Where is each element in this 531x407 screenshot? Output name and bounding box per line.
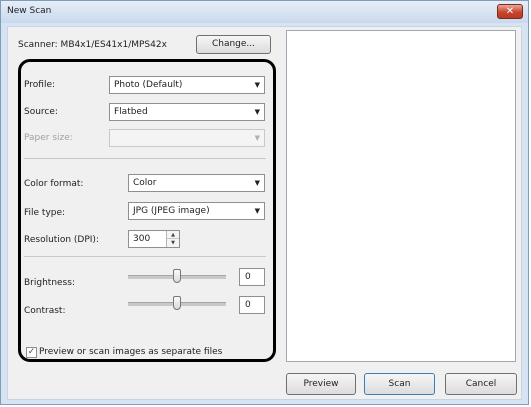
profile-dropdown[interactable]: Photo (Default) ▼	[109, 76, 265, 94]
resolution-stepper[interactable]: 300 ▲ ▼	[128, 230, 180, 248]
contrast-value: 0	[245, 300, 251, 310]
dialog-body: Scanner: MB4x1/ES41x1/MPS42x Change... P…	[7, 26, 522, 400]
close-icon: ✕	[505, 6, 515, 17]
color-format-value: Color	[133, 178, 157, 188]
file-type-label: File type:	[24, 208, 66, 218]
change-scanner-button[interactable]: Change...	[196, 35, 271, 54]
separate-files-label[interactable]: Preview or scan images as separate files	[39, 347, 222, 357]
resolution-label: Resolution (DPI):	[24, 235, 99, 245]
preview-area	[286, 30, 516, 362]
scanner-name: Scanner: MB4x1/ES41x1/MPS42x	[18, 40, 167, 50]
window-title: New Scan	[7, 6, 52, 16]
close-button[interactable]: ✕	[497, 4, 523, 19]
chevron-down-icon: ▼	[254, 81, 260, 89]
chevron-down-icon: ▼	[254, 179, 260, 187]
resolution-value: 300	[133, 234, 151, 244]
title-bar[interactable]: New Scan ✕	[1, 1, 528, 23]
contrast-label: Contrast:	[24, 306, 66, 316]
source-dropdown[interactable]: Flatbed ▼	[109, 103, 265, 121]
file-type-value: JPG (JPEG image)	[133, 206, 210, 216]
brightness-value: 0	[245, 272, 251, 282]
spin-down-icon[interactable]: ▼	[167, 239, 179, 247]
color-format-dropdown[interactable]: Color ▼	[128, 174, 265, 192]
settings-panel: Profile: Photo (Default) ▼ Source: Flatb…	[18, 59, 276, 362]
source-value: Flatbed	[114, 107, 148, 117]
brightness-value-field[interactable]: 0	[239, 268, 265, 286]
preview-button[interactable]: Preview	[286, 373, 356, 395]
file-type-dropdown[interactable]: JPG (JPEG image) ▼	[128, 202, 265, 220]
preview-button-label: Preview	[303, 379, 339, 389]
chevron-down-icon: ▼	[254, 108, 260, 116]
section-divider	[24, 256, 266, 257]
source-label: Source:	[24, 107, 58, 117]
new-scan-dialog: New Scan ✕ Scanner: MB4x1/ES41x1/MPS42x …	[0, 0, 529, 405]
paper-size-label: Paper size:	[24, 133, 73, 143]
color-format-label: Color format:	[24, 179, 84, 189]
change-scanner-button-label: Change...	[211, 39, 256, 49]
paper-size-dropdown: ▼	[109, 129, 265, 147]
checkmark-icon: ✓	[27, 347, 36, 357]
cancel-button[interactable]: Cancel	[445, 373, 517, 395]
contrast-slider-thumb[interactable]	[173, 296, 181, 310]
section-divider	[24, 158, 266, 159]
separate-files-checkbox[interactable]: ✓	[26, 347, 37, 358]
brightness-slider-thumb[interactable]	[173, 269, 181, 283]
cancel-button-label: Cancel	[465, 379, 497, 389]
scan-button[interactable]: Scan	[364, 373, 435, 395]
resolution-spin-buttons: ▲ ▼	[166, 231, 179, 247]
scan-button-label: Scan	[388, 379, 411, 389]
contrast-value-field[interactable]: 0	[239, 296, 265, 314]
profile-label: Profile:	[24, 80, 56, 90]
chevron-down-icon: ▼	[254, 207, 260, 215]
spin-up-icon[interactable]: ▲	[167, 231, 179, 239]
brightness-label: Brightness:	[24, 278, 75, 288]
chevron-down-icon: ▼	[254, 134, 260, 142]
profile-value: Photo (Default)	[114, 80, 183, 90]
